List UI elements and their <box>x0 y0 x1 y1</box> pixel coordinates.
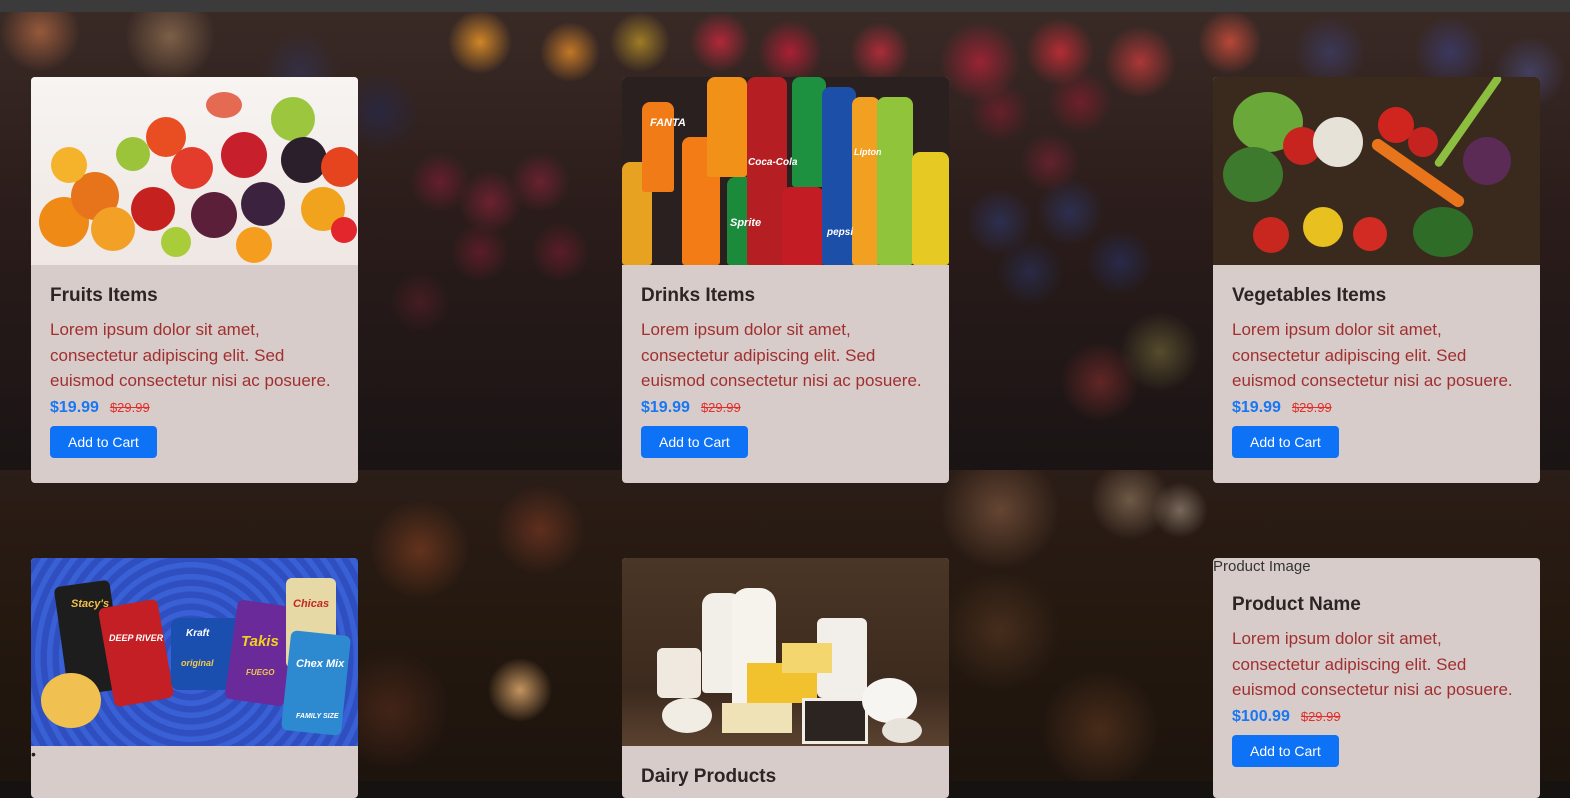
empty-list: • <box>31 746 358 766</box>
drink-brand-text: Sprite <box>730 217 762 229</box>
drink-brand-text: FANTA <box>650 117 686 129</box>
add-to-cart-button[interactable]: Add to Cart <box>1232 734 1339 767</box>
browser-top-bar <box>0 0 1570 12</box>
add-to-cart-button[interactable]: Add to Cart <box>50 425 157 458</box>
drink-brand-text: Lipton <box>854 147 882 157</box>
snack-brand-text: Chex Mix <box>296 658 345 670</box>
card-description: Lorem ipsum dolor sit amet, consectetur … <box>1232 629 1513 699</box>
price: $19.99 <box>641 398 690 416</box>
drink-brand-text: Coca-Cola <box>748 157 798 168</box>
card-title: Fruits Items <box>50 285 158 306</box>
snack-brand-text: Stacy's <box>71 598 110 610</box>
product-card-fruits: Fruits Items Lorem ipsum dolor sit amet,… <box>31 77 358 483</box>
price: $100.99 <box>1232 707 1290 725</box>
old-price: $29.99 <box>1300 708 1341 724</box>
snack-brand-text: Takis <box>241 633 279 650</box>
card-title: Dairy Products <box>641 766 777 787</box>
drinks-image: FANTA Coca-Cola pepsi Sprite Lipton <box>622 77 949 265</box>
add-to-cart-button[interactable]: Add to Cart <box>1232 425 1339 458</box>
dairy-image <box>622 558 949 746</box>
snack-brand-text: FAMILY SIZE <box>296 713 339 720</box>
product-card-dairy: Dairy Products <box>622 558 949 798</box>
price: $19.99 <box>1232 398 1281 416</box>
snacks-image: Stacy's DEEP RIVER Kraft Takis Chex Mix … <box>31 558 358 746</box>
product-image-broken: Product Image <box>1213 558 1311 575</box>
card-title: Product Name <box>1232 594 1361 615</box>
product-card-snacks: Stacy's DEEP RIVER Kraft Takis Chex Mix … <box>31 558 358 798</box>
snack-brand-text: FUEGO <box>246 668 275 677</box>
drink-brand-text: pepsi <box>827 227 854 238</box>
product-card-drinks: FANTA Coca-Cola pepsi Sprite Lipton Drin… <box>622 77 949 483</box>
card-description: Lorem ipsum dolor sit amet, consectetur … <box>1232 320 1513 390</box>
price: $19.99 <box>50 398 99 416</box>
card-title: Vegetables Items <box>1232 285 1387 306</box>
fruits-image <box>31 77 358 265</box>
snack-brand-text: original <box>181 658 214 668</box>
vegetables-image <box>1213 77 1540 265</box>
old-price: $29.99 <box>109 399 150 415</box>
product-card-generic: Product Image Product Name Lorem ipsum d… <box>1213 558 1540 798</box>
old-price: $29.99 <box>1291 399 1332 415</box>
product-card-vegetables: Vegetables Items Lorem ipsum dolor sit a… <box>1213 77 1540 483</box>
list-bullet: • <box>31 746 36 762</box>
snack-brand-text: Kraft <box>186 628 210 639</box>
card-description: Lorem ipsum dolor sit amet, consectetur … <box>50 320 331 390</box>
card-title: Drinks Items <box>641 285 756 306</box>
old-price: $29.99 <box>700 399 741 415</box>
snack-brand-text: DEEP RIVER <box>109 633 164 643</box>
card-description: Lorem ipsum dolor sit amet, consectetur … <box>641 320 922 390</box>
add-to-cart-button[interactable]: Add to Cart <box>641 425 748 458</box>
snack-brand-text: Chicas <box>293 598 330 610</box>
